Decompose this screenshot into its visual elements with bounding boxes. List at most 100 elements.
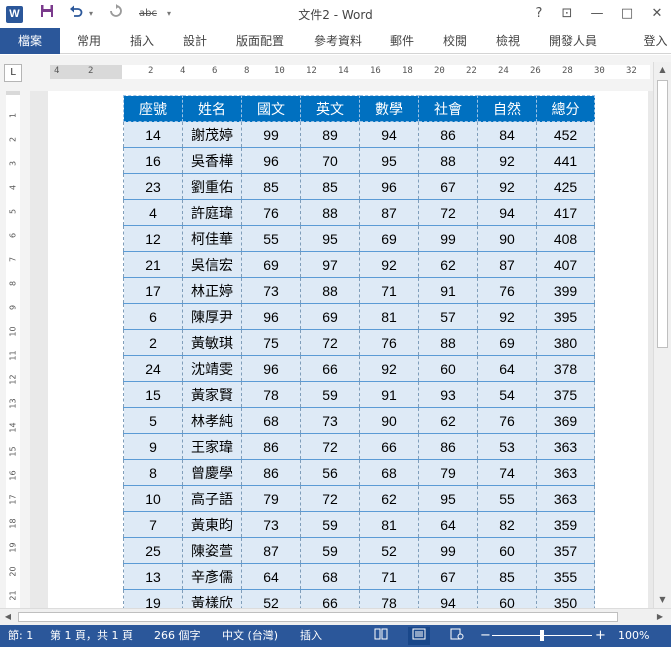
web-layout-icon[interactable] xyxy=(446,627,468,645)
table-cell[interactable]: 14 xyxy=(123,121,183,148)
table-cell[interactable]: 52 xyxy=(241,589,301,608)
table-cell[interactable]: 92 xyxy=(359,251,419,278)
table-cell[interactable]: 17 xyxy=(123,277,183,304)
table-cell[interactable]: 88 xyxy=(418,147,478,174)
table-cell[interactable]: 23 xyxy=(123,173,183,200)
document-page[interactable]: 座號 姓名 國文 英文 數學 社會 自然 總分 14 謝茂婷 99 89 94 86 84 452 16 吳香樺… xyxy=(48,91,648,608)
table-cell[interactable]: 378 xyxy=(536,355,595,382)
table-cell[interactable]: 55 xyxy=(241,225,301,252)
table-cell[interactable]: 林孝純 xyxy=(182,407,242,434)
table-cell[interactable]: 86 xyxy=(241,459,301,486)
table-cell[interactable]: 許庭瑋 xyxy=(182,199,242,226)
table-header-cell[interactable]: 總分 xyxy=(536,95,595,122)
table-cell[interactable]: 謝茂婷 xyxy=(182,121,242,148)
table-cell[interactable]: 7 xyxy=(123,511,183,538)
table-header-cell[interactable]: 數學 xyxy=(359,95,419,122)
table-cell[interactable]: 91 xyxy=(359,381,419,408)
table-cell[interactable]: 8 xyxy=(123,459,183,486)
table-cell[interactable]: 85 xyxy=(477,563,537,590)
table-cell[interactable]: 92 xyxy=(359,355,419,382)
table-cell[interactable]: 辛彥儒 xyxy=(182,563,242,590)
table-cell[interactable]: 73 xyxy=(241,511,301,538)
redo-icon[interactable] xyxy=(106,4,126,24)
table-cell[interactable]: 黃敏琪 xyxy=(182,329,242,356)
table-cell[interactable]: 16 xyxy=(123,147,183,174)
table-cell[interactable]: 5 xyxy=(123,407,183,434)
tab-layout[interactable]: 版面配置 xyxy=(229,28,291,54)
table-cell[interactable]: 85 xyxy=(241,173,301,200)
table-cell[interactable]: 76 xyxy=(477,407,537,434)
table-cell[interactable]: 2 xyxy=(123,329,183,356)
table-cell[interactable]: 92 xyxy=(477,173,537,200)
table-cell[interactable]: 柯佳華 xyxy=(182,225,242,252)
table-cell[interactable]: 25 xyxy=(123,537,183,564)
table-cell[interactable]: 441 xyxy=(536,147,595,174)
table-cell[interactable]: 85 xyxy=(300,173,360,200)
table-cell[interactable]: 56 xyxy=(300,459,360,486)
print-layout-icon[interactable] xyxy=(408,627,430,645)
grades-table[interactable]: 座號 姓名 國文 英文 數學 社會 自然 總分 14 謝茂婷 99 89 94 86 84 452 16 吳香樺… xyxy=(123,95,595,608)
table-cell[interactable]: 72 xyxy=(300,485,360,512)
table-cell[interactable]: 54 xyxy=(477,381,537,408)
table-cell[interactable]: 王家瑋 xyxy=(182,433,242,460)
table-cell[interactable]: 72 xyxy=(418,199,478,226)
table-cell[interactable]: 59 xyxy=(300,381,360,408)
table-cell[interactable]: 97 xyxy=(300,251,360,278)
scroll-up-arrow-icon[interactable]: ▲ xyxy=(654,62,671,78)
word-app-icon[interactable]: W xyxy=(6,6,23,23)
table-cell[interactable]: 76 xyxy=(241,199,301,226)
table-cell[interactable]: 67 xyxy=(418,173,478,200)
table-header-cell[interactable]: 姓名 xyxy=(182,95,242,122)
table-cell[interactable]: 76 xyxy=(359,329,419,356)
table-cell[interactable]: 73 xyxy=(300,407,360,434)
table-cell[interactable]: 66 xyxy=(359,433,419,460)
table-cell[interactable]: 69 xyxy=(477,329,537,356)
table-cell[interactable]: 64 xyxy=(241,563,301,590)
table-cell[interactable]: 408 xyxy=(536,225,595,252)
scroll-right-arrow-icon[interactable]: ▶ xyxy=(652,609,668,625)
table-cell[interactable]: 93 xyxy=(418,381,478,408)
table-cell[interactable]: 86 xyxy=(418,121,478,148)
table-cell[interactable]: 62 xyxy=(418,251,478,278)
table-cell[interactable]: 64 xyxy=(477,355,537,382)
vertical-scroll-thumb[interactable] xyxy=(657,80,668,348)
save-icon[interactable] xyxy=(36,4,58,24)
table-cell[interactable]: 399 xyxy=(536,277,595,304)
table-cell[interactable]: 林正婷 xyxy=(182,277,242,304)
tab-review[interactable]: 校閱 xyxy=(434,28,476,54)
table-cell[interactable]: 92 xyxy=(477,147,537,174)
table-cell[interactable]: 曾慶學 xyxy=(182,459,242,486)
table-cell[interactable]: 67 xyxy=(418,563,478,590)
scroll-left-arrow-icon[interactable]: ◀ xyxy=(0,609,16,625)
table-cell[interactable]: 68 xyxy=(359,459,419,486)
table-cell[interactable]: 86 xyxy=(241,433,301,460)
horizontal-scroll-thumb[interactable] xyxy=(18,612,618,622)
table-cell[interactable]: 96 xyxy=(241,303,301,330)
table-cell[interactable]: 64 xyxy=(418,511,478,538)
table-cell[interactable]: 66 xyxy=(300,355,360,382)
undo-dropdown-icon[interactable]: ▾ xyxy=(86,4,96,24)
table-cell[interactable]: 71 xyxy=(359,277,419,304)
table-cell[interactable]: 88 xyxy=(300,277,360,304)
table-cell[interactable]: 68 xyxy=(300,563,360,590)
table-cell[interactable]: 96 xyxy=(359,173,419,200)
section-indicator[interactable]: 節: 1 xyxy=(8,625,33,647)
table-header-cell[interactable]: 自然 xyxy=(477,95,537,122)
table-cell[interactable]: 59 xyxy=(300,511,360,538)
table-cell[interactable]: 高子語 xyxy=(182,485,242,512)
page-indicator[interactable]: 第 1 頁，共 1 頁 xyxy=(50,625,133,647)
table-cell[interactable]: 363 xyxy=(536,459,595,486)
table-cell[interactable]: 94 xyxy=(359,121,419,148)
table-cell[interactable]: 375 xyxy=(536,381,595,408)
table-header-cell[interactable]: 社會 xyxy=(418,95,478,122)
table-cell[interactable]: 99 xyxy=(418,225,478,252)
minimize-button[interactable]: — xyxy=(584,3,610,25)
table-cell[interactable]: 359 xyxy=(536,511,595,538)
undo-icon[interactable] xyxy=(66,4,86,24)
table-cell[interactable]: 黃東昀 xyxy=(182,511,242,538)
ribbon-display-options-button[interactable]: ⊡ xyxy=(554,3,580,25)
language-indicator[interactable]: 中文 (台灣) xyxy=(222,625,278,647)
zoom-out-button[interactable]: − xyxy=(480,625,491,647)
table-cell[interactable]: 79 xyxy=(418,459,478,486)
document-canvas[interactable]: 座號 姓名 國文 英文 數學 社會 自然 總分 14 謝茂婷 99 89 94 86 84 452 16 吳香樺… xyxy=(30,91,653,608)
